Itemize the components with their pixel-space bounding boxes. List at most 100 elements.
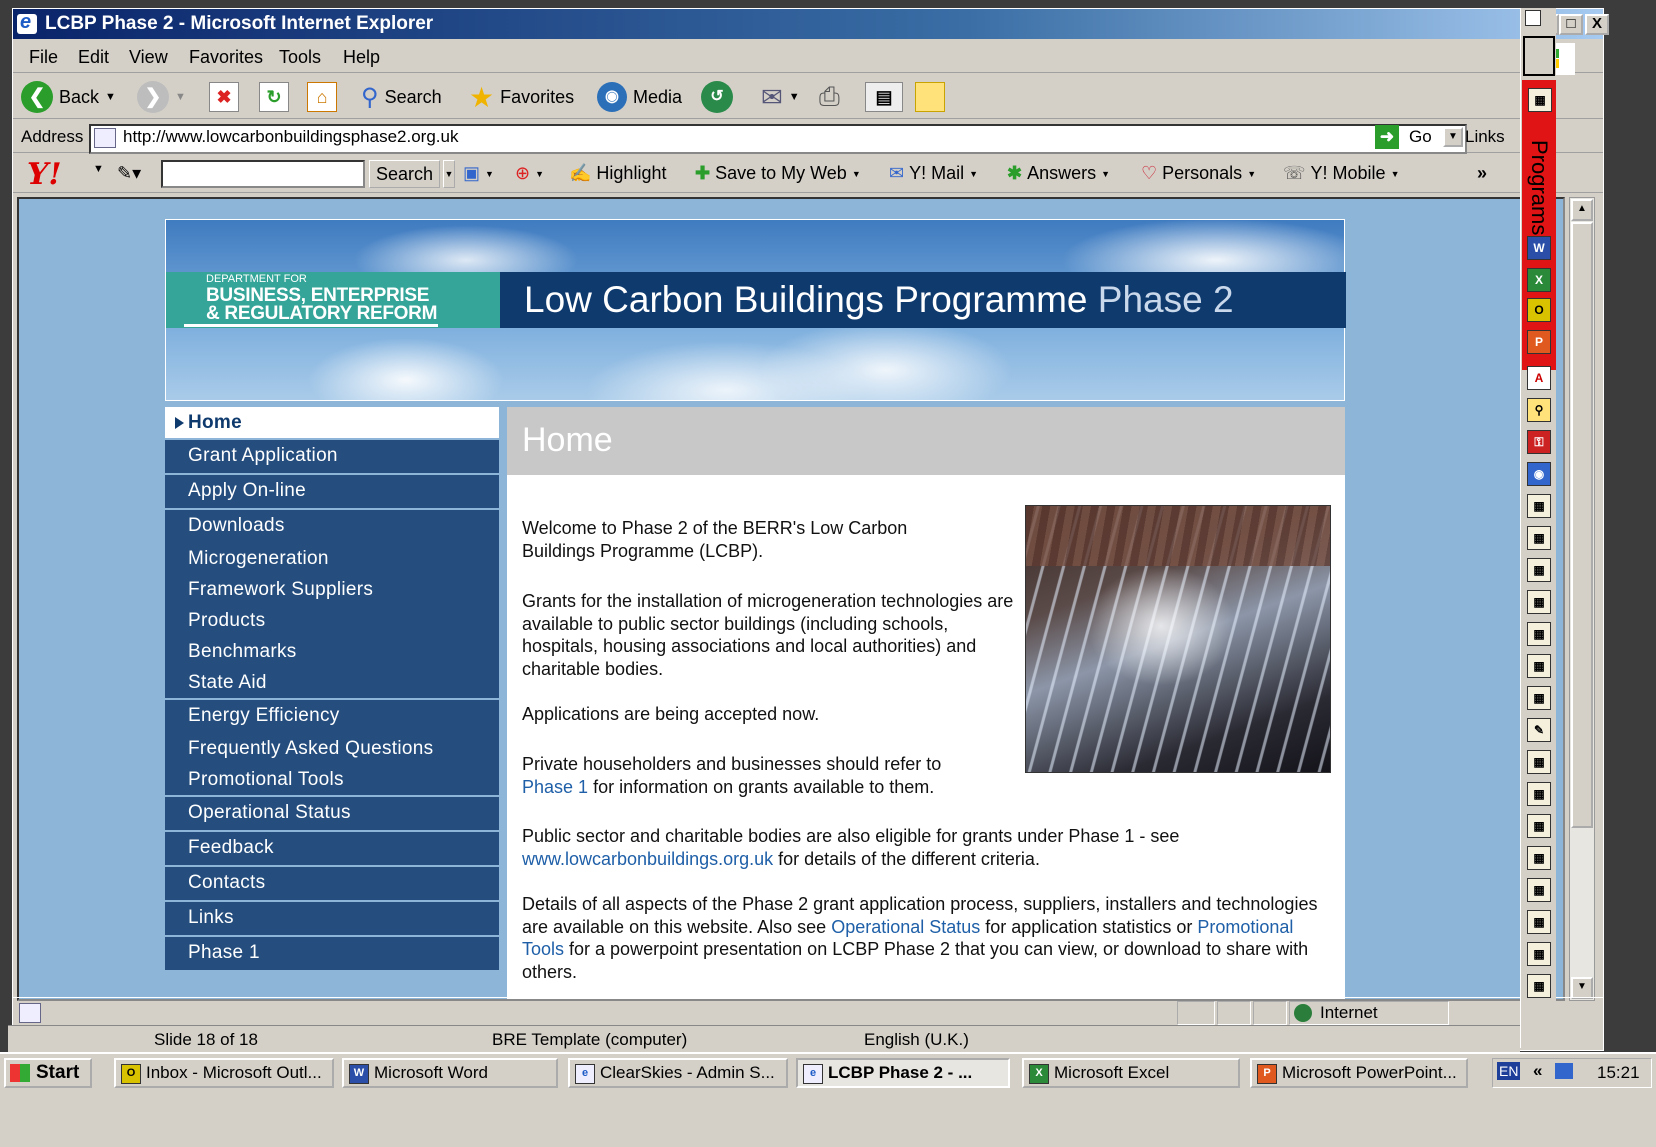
tray-expand-icon[interactable]: «	[1533, 1061, 1542, 1081]
mail-button[interactable]: ✉ ▼	[761, 81, 800, 113]
start-button[interactable]: Start	[4, 1058, 92, 1088]
scroll-up-icon[interactable]: ▲	[1571, 199, 1593, 221]
highlight-button[interactable]: ✍ Highlight	[569, 163, 666, 184]
nav-item-state-aid[interactable]: State Aid	[165, 667, 499, 698]
maximize-button[interactable]: □	[1559, 14, 1583, 35]
task-word[interactable]: W Microsoft Word	[342, 1058, 558, 1088]
print-button[interactable]: ⎙	[819, 81, 840, 113]
yahoo-search-button[interactable]: Search	[369, 160, 441, 188]
personals-button[interactable]: ♡ Personals ▼	[1141, 163, 1256, 184]
dropdown-arrow-icon[interactable]: ▼	[969, 169, 978, 179]
nav-item-products[interactable]: Products	[165, 605, 499, 636]
nav-item-downloads[interactable]: Downloads	[165, 508, 499, 543]
programs-toolbar[interactable]: ▦ Programs	[1522, 80, 1556, 370]
calendar-icon[interactable]: ▦	[1527, 846, 1551, 870]
nav-item-feedback[interactable]: Feedback	[165, 830, 499, 865]
dropdown-arrow-icon[interactable]: ▼	[789, 91, 800, 103]
nav-item-energy-efficiency[interactable]: Energy Efficiency	[165, 698, 499, 733]
menu-help[interactable]: Help	[343, 47, 380, 68]
calendar-icon[interactable]: ▦	[1527, 558, 1551, 582]
more-chevron-icon[interactable]: »	[1477, 163, 1487, 184]
nav-item-contacts[interactable]: Contacts	[165, 865, 499, 900]
calendar-icon[interactable]: ▦	[1527, 526, 1551, 550]
task-excel[interactable]: X Microsoft Excel	[1022, 1058, 1240, 1088]
search-button[interactable]: ⚲ Search	[361, 81, 442, 113]
calendar-icon[interactable]: ▦	[1527, 942, 1551, 966]
menu-edit[interactable]: Edit	[78, 47, 109, 68]
nav-item-faq[interactable]: Frequently Asked Questions	[165, 733, 499, 764]
nav-item-operational-status[interactable]: Operational Status	[165, 795, 499, 830]
window-icon[interactable]: ▣ ▼	[463, 163, 494, 184]
menu-favorites[interactable]: Favorites	[189, 47, 263, 68]
acrobat-icon[interactable]: A	[1527, 366, 1551, 390]
close-button[interactable]: X	[1585, 14, 1609, 35]
calendar-icon[interactable]: ▦	[1527, 750, 1551, 774]
programs-calendar-icon[interactable]: ▦	[1528, 88, 1552, 112]
key-icon[interactable]: ⚿	[1527, 430, 1551, 454]
task-lcbp-phase-2[interactable]: e LCBP Phase 2 - ...	[796, 1058, 1010, 1088]
calendar-icon[interactable]: ▦	[1527, 782, 1551, 806]
pencil-icon[interactable]: ✎▾	[117, 163, 141, 184]
vertical-scrollbar[interactable]: ▲ ▼	[1569, 197, 1595, 1001]
excel-icon[interactable]: X	[1527, 268, 1551, 292]
folder-search-icon[interactable]: ⚲	[1527, 398, 1551, 422]
phase-1-link[interactable]: Phase 1	[522, 777, 588, 797]
answers-button[interactable]: ✱ Answers ▼	[1007, 163, 1110, 184]
dropdown-arrow-icon[interactable]: ▼	[105, 91, 116, 103]
globe-icon[interactable]: ◉	[1527, 462, 1551, 486]
save-to-my-web-button[interactable]: ✚ Save to My Web ▼	[695, 163, 861, 184]
task-clearskies[interactable]: e ClearSkies - Admin S...	[568, 1058, 788, 1088]
calendar-icon[interactable]: ▦	[1527, 814, 1551, 838]
menu-file[interactable]: File	[29, 47, 58, 68]
outlook-icon[interactable]: O	[1527, 298, 1551, 322]
word-icon[interactable]: W	[1527, 236, 1551, 260]
operational-status-link[interactable]: Operational Status	[831, 917, 980, 937]
calendar-icon[interactable]: ▦	[1527, 878, 1551, 902]
messenger-button[interactable]	[915, 81, 945, 113]
back-button[interactable]: ❮ Back ▼	[21, 81, 116, 113]
calendar-icon[interactable]: ▦	[1527, 910, 1551, 934]
powerpoint-icon[interactable]: P	[1527, 330, 1551, 354]
berr-logo[interactable]: DEPARTMENT FOR BUSINESS, ENTERPRISE & RE…	[166, 272, 500, 328]
media-button[interactable]: ◉ Media	[597, 81, 682, 113]
dropdown-arrow-icon[interactable]: ▼	[443, 160, 455, 188]
nav-item-promotional-tools[interactable]: Promotional Tools	[165, 764, 499, 795]
forward-button[interactable]: ❯ ▼	[137, 81, 186, 113]
calendar-icon[interactable]: ▦	[1527, 494, 1551, 518]
target-icon[interactable]: ⊕ ▼	[515, 163, 544, 184]
address-dropdown-icon[interactable]: ▼	[1443, 127, 1463, 147]
home-button[interactable]: ⌂	[307, 81, 337, 113]
dropdown-arrow-icon[interactable]: ▼	[93, 163, 104, 175]
calendar-icon[interactable]: ▦	[1527, 686, 1551, 710]
dropdown-arrow-icon[interactable]: ▼	[1391, 169, 1400, 179]
edit-button[interactable]: ▤	[865, 81, 903, 113]
title-bar[interactable]: LCBP Phase 2 - Microsoft Internet Explor…	[13, 9, 1609, 39]
dropdown-arrow-icon[interactable]: ▼	[1247, 169, 1256, 179]
menu-tools[interactable]: Tools	[279, 47, 321, 68]
stop-button[interactable]: ✖	[209, 81, 239, 113]
notepad-icon[interactable]: ✎	[1527, 718, 1551, 742]
nav-item-benchmarks[interactable]: Benchmarks	[165, 636, 499, 667]
nav-item-grant-application[interactable]: Grant Application	[165, 438, 499, 473]
task-outlook[interactable]: O Inbox - Microsoft Outl...	[114, 1058, 334, 1088]
yahoo-logo-icon[interactable]: Y!	[27, 157, 62, 192]
refresh-button[interactable]: ↻	[259, 81, 289, 113]
address-input[interactable]: http://www.lowcarbonbuildingsphase2.org.…	[89, 124, 1467, 154]
dropdown-arrow-icon[interactable]: ▼	[852, 169, 861, 179]
menu-view[interactable]: View	[129, 47, 168, 68]
network-icon[interactable]	[1555, 1063, 1573, 1079]
nav-item-links[interactable]: Links	[165, 900, 499, 935]
go-button[interactable]: ➜ Go	[1375, 125, 1432, 149]
nav-item-apply-online[interactable]: Apply On-line	[165, 473, 499, 508]
nav-item-microgeneration[interactable]: Microgeneration	[165, 543, 499, 574]
dropdown-arrow-icon[interactable]: ▼	[1101, 169, 1110, 179]
lcb-website-link[interactable]: www.lowcarbonbuildings.org.uk	[522, 849, 773, 869]
scroll-thumb[interactable]	[1571, 222, 1593, 828]
calendar-icon[interactable]: ▦	[1527, 590, 1551, 614]
office-bar-menu-icon[interactable]	[1525, 10, 1541, 26]
yahoo-search-input[interactable]	[161, 160, 365, 188]
dropdown-arrow-icon[interactable]: ▼	[175, 91, 186, 103]
nav-item-phase-1[interactable]: Phase 1	[165, 935, 499, 970]
calendar-icon[interactable]: ▦	[1527, 654, 1551, 678]
favorites-button[interactable]: ★ Favorites	[469, 81, 574, 113]
